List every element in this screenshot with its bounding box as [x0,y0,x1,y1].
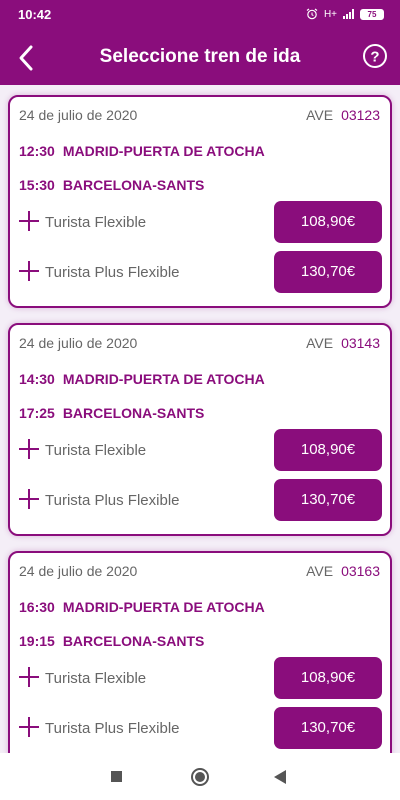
fare-row: Turista Flexible 108,90€ [19,657,382,699]
alarm-icon [306,8,318,20]
train-type: AVE [306,563,334,579]
departure-station: MADRID-PUERTA DE ATOCHA [62,599,265,615]
status-icons: H+ 75 [306,8,384,20]
price-button[interactable]: 130,70€ [274,479,382,521]
recent-apps-icon[interactable] [111,771,122,782]
arrival-stop: 15:30 BARCELONA-SANTS [19,177,204,193]
train-id: AVE 03143 [306,335,380,351]
train-date: 24 de julio de 2020 [19,107,138,123]
svg-text:?: ? [370,49,379,66]
plus-icon[interactable] [19,489,39,509]
price-button[interactable]: 108,90€ [274,201,382,243]
arrival-station: BARCELONA-SANTS [62,177,205,193]
departure-stop: 12:30 MADRID-PUERTA DE ATOCHA [19,143,265,159]
page-title: Seleccione tren de ida [99,46,301,67]
departure-stop: 16:30 MADRID-PUERTA DE ATOCHA [19,599,265,615]
train-list[interactable]: 24 de julio de 2020 AVE 03123 12:30 MADRID… [0,85,400,753]
arrival-station: BARCELONA-SANTS [62,633,205,649]
train-type: AVE [306,335,334,351]
fare-row: Turista Flexible 108,90€ [19,201,382,243]
system-nav-bar [0,753,400,800]
arrival-station: BARCELONA-SANTS [62,405,205,421]
fare-row: Turista Plus Flexible 130,70€ [19,479,382,521]
fare-row: Turista Flexible 108,90€ [19,429,382,471]
plus-icon[interactable] [19,667,39,687]
arrival-time: 19:15 [19,633,55,649]
train-number: 03163 [341,563,380,579]
train-date: 24 de julio de 2020 [19,563,138,579]
app-header: Seleccione tren de ida ? [0,30,400,85]
departure-station: MADRID-PUERTA DE ATOCHA [62,143,265,159]
status-time: 10:42 [18,7,52,22]
fare-row: Turista Plus Flexible 130,70€ [19,251,382,293]
fare-name: Turista Plus Flexible [45,264,180,281]
price-button[interactable]: 108,90€ [274,429,382,471]
train-type: AVE [306,107,334,123]
arrival-stop: 17:25 BARCELONA-SANTS [19,405,204,421]
train-number: 03123 [341,107,380,123]
price-button[interactable]: 130,70€ [274,251,382,293]
price-button[interactable]: 108,90€ [274,657,382,699]
home-icon[interactable] [191,768,209,786]
departure-station: MADRID-PUERTA DE ATOCHA [62,371,265,387]
arrival-time: 17:25 [19,405,55,421]
fare-name: Turista Flexible [45,670,147,687]
plus-icon[interactable] [19,717,39,737]
price-button[interactable]: 130,70€ [274,707,382,749]
departure-time: 16:30 [19,599,55,615]
fare-name: Turista Plus Flexible [45,720,180,737]
departure-stop: 14:30 MADRID-PUERTA DE ATOCHA [19,371,265,387]
plus-icon[interactable] [19,211,39,231]
signal-icon [343,9,354,19]
train-card: 24 de julio de 2020 AVE 03163 16:30 MADRID… [8,551,392,753]
plus-icon[interactable] [19,439,39,459]
fare-row: Turista Plus Flexible 130,70€ [19,707,382,749]
train-card: 24 de julio de 2020 AVE 03123 12:30 MADRID… [8,95,392,308]
arrival-time: 15:30 [19,177,55,193]
fare-name: Turista Plus Flexible [45,492,180,509]
train-id: AVE 03163 [306,563,380,579]
status-bar: 10:42 H+ 75 [0,0,400,30]
battery-icon: 75 [360,8,384,20]
nav-back-icon[interactable] [274,770,286,784]
arrival-stop: 19:15 BARCELONA-SANTS [19,633,204,649]
plus-icon[interactable] [19,261,39,281]
train-card: 24 de julio de 2020 AVE 03143 14:30 MADRID… [8,323,392,536]
departure-time: 12:30 [19,143,55,159]
departure-time: 14:30 [19,371,55,387]
help-circle-icon[interactable]: ? [362,43,388,69]
fare-name: Turista Flexible [45,442,147,459]
network-type-label: H+ [323,8,337,20]
train-number: 03143 [341,335,380,351]
fare-name: Turista Flexible [45,214,147,231]
train-date: 24 de julio de 2020 [19,335,138,351]
train-id: AVE 03123 [306,107,380,123]
